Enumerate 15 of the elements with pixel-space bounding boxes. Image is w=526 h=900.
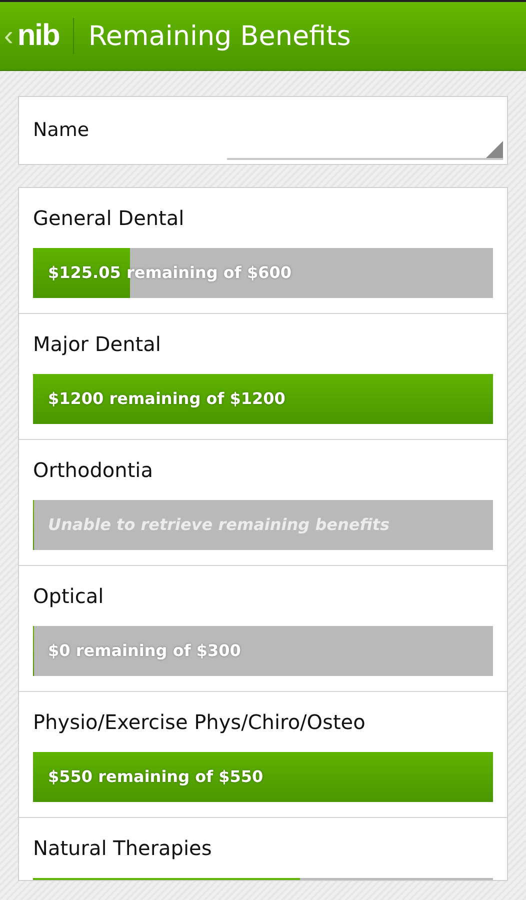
screen-title: Remaining Benefits [88,20,351,52]
benefit-name: Physio/Exercise Phys/Chiro/Osteo [33,709,366,736]
remaining-amount: $1200 remaining of $1200 [48,389,286,409]
benefit-name: Optical [33,583,105,610]
dropdown-corner-icon [486,141,503,158]
remaining-amount: $550 remaining of $550 [48,767,264,787]
field-label: Name [33,119,90,141]
benefit-name: General Dental [33,205,186,232]
benefit-name: Major Dental [33,331,162,358]
remaining-amount: $0 remaining of $300 [48,641,241,661]
back-button[interactable]: ‹nib [0,18,74,54]
back-chevron-icon: ‹ [4,22,14,50]
benefit-name: Natural Therapies [33,835,213,862]
logo: nib [17,19,60,53]
benefit-name: Orthodontia [33,457,154,484]
